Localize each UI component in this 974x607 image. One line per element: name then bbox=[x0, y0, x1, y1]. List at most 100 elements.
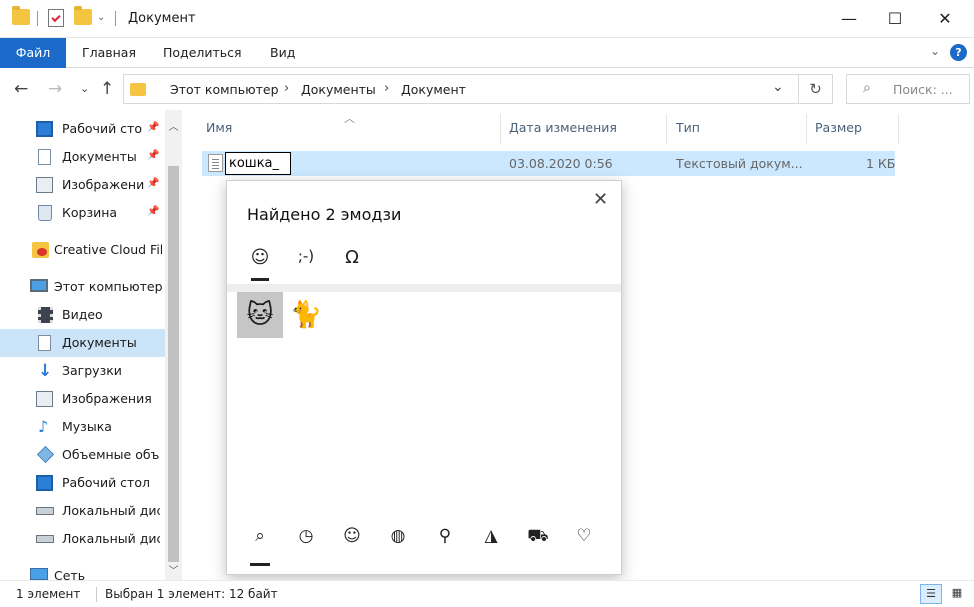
smiley-icon[interactable]: ☺ bbox=[337, 526, 367, 546]
sidebar-item-this-pc[interactable]: Этот компьютер bbox=[0, 273, 165, 301]
sidebar-item-recycle-bin[interactable]: Корзина 📌 bbox=[0, 199, 165, 227]
close-icon[interactable]: ✕ bbox=[593, 189, 608, 210]
documents-icon bbox=[38, 335, 51, 351]
downloads-icon: ↓ bbox=[38, 361, 53, 381]
emoji-cat-face[interactable]: 🐱 bbox=[237, 292, 283, 338]
sidebar-item-pictures-pinned[interactable]: Изображени 📌 bbox=[0, 171, 165, 199]
sidebar-item-desktop[interactable]: Рабочий стол bbox=[0, 469, 165, 497]
rename-input[interactable] bbox=[225, 152, 291, 175]
pin-icon[interactable]: 📌 bbox=[147, 150, 159, 161]
column-header-size[interactable]: Размер bbox=[815, 120, 862, 135]
scroll-up-icon[interactable]: ︿ bbox=[166, 118, 181, 133]
sidebar-item-documents-pinned[interactable]: Документы 📌 bbox=[0, 143, 165, 171]
forward-button[interactable]: → bbox=[48, 79, 62, 99]
status-bar: 1 элемент Выбран 1 элемент: 12 байт ☰ ▦ bbox=[0, 580, 974, 607]
large-icons-view-icon[interactable]: ▦ bbox=[946, 584, 968, 604]
tab-view[interactable]: Вид bbox=[270, 45, 295, 60]
navigation-pane: Рабочий сто 📌 Документы 📌 Изображени 📌 К… bbox=[0, 110, 182, 583]
tab-home[interactable]: Главная bbox=[82, 45, 136, 60]
sidebar-item-video[interactable]: Видео bbox=[0, 301, 165, 329]
breadcrumb-this-pc[interactable]: Этот компьютер bbox=[170, 82, 279, 97]
scrollbar-thumb[interactable] bbox=[168, 166, 179, 562]
food-icon[interactable]: ◮ bbox=[476, 526, 506, 546]
computer-icon bbox=[30, 279, 48, 292]
pin-icon[interactable]: 📌 bbox=[147, 206, 159, 217]
back-button[interactable]: ← bbox=[14, 79, 28, 99]
maximize-button[interactable]: ☐ bbox=[872, 0, 918, 38]
creative-cloud-icon bbox=[32, 242, 49, 258]
new-folder-icon[interactable] bbox=[74, 6, 92, 25]
tab-kaomoji[interactable]: ;-) bbox=[291, 247, 321, 265]
search-box[interactable]: ⌕ Поиск: ... bbox=[846, 74, 970, 104]
sidebar-item-label: Изображения bbox=[62, 391, 152, 406]
breadcrumb-separator-icon[interactable]: › bbox=[384, 81, 389, 96]
refresh-button[interactable]: ↻ bbox=[799, 74, 833, 104]
search-icon: ⌕ bbox=[863, 80, 871, 96]
sidebar-item-label: Изображени bbox=[62, 177, 145, 192]
sidebar-item-3d-objects[interactable]: Объемные объ bbox=[0, 441, 165, 469]
3d-objects-icon bbox=[37, 446, 54, 463]
sidebar-item-pictures[interactable]: Изображения bbox=[0, 385, 165, 413]
recent-locations-icon[interactable]: ⌄ bbox=[80, 82, 89, 95]
tab-symbols[interactable]: Ω bbox=[337, 247, 367, 268]
breadcrumb-document[interactable]: Документ bbox=[401, 82, 466, 97]
places-icon[interactable]: ⚲ bbox=[430, 526, 460, 546]
pictures-icon bbox=[36, 177, 53, 193]
ribbon-collapse-icon[interactable]: ⌄ bbox=[930, 44, 940, 58]
sort-ascending-icon: ︿ bbox=[344, 112, 355, 125]
help-icon[interactable]: ? bbox=[950, 44, 967, 61]
breadcrumb-documents[interactable]: Документы bbox=[301, 82, 376, 97]
desktop-icon bbox=[36, 475, 53, 491]
details-view-icon[interactable]: ☰ bbox=[920, 584, 942, 604]
scroll-down-icon[interactable]: ﹀ bbox=[166, 562, 181, 577]
address-dropdown-icon[interactable]: ⌄ bbox=[772, 79, 784, 95]
sidebar-item-creative-cloud[interactable]: Creative Cloud Fil bbox=[0, 236, 165, 264]
sidebar-item-label: Локальный дис bbox=[62, 503, 160, 518]
emoji-panel-title: Найдено 2 эмодзи bbox=[247, 205, 402, 224]
recycle-bin-icon bbox=[38, 205, 52, 221]
properties-icon[interactable] bbox=[48, 9, 64, 27]
item-count: 1 элемент bbox=[16, 587, 81, 601]
column-divider[interactable] bbox=[898, 114, 899, 144]
breadcrumb-separator-icon[interactable]: › bbox=[284, 81, 289, 96]
search-placeholder: Поиск: ... bbox=[893, 82, 953, 97]
sidebar-item-music[interactable]: ♪ Музыка bbox=[0, 413, 165, 441]
tab-share[interactable]: Поделиться bbox=[163, 45, 242, 60]
quick-access-dropdown-icon[interactable]: ⌄ bbox=[97, 12, 105, 23]
address-bar[interactable]: Этот компьютер › Документы › Документ ⌄ bbox=[123, 74, 799, 104]
sidebar-item-desktop-pinned[interactable]: Рабочий сто 📌 bbox=[0, 115, 165, 143]
close-button[interactable]: ✕ bbox=[922, 0, 968, 38]
sidebar-item-label: Рабочий стол bbox=[62, 475, 150, 490]
divider bbox=[37, 11, 38, 26]
travel-icon[interactable]: ⛟ bbox=[523, 526, 553, 548]
up-button[interactable]: ↑ bbox=[100, 79, 114, 99]
people-icon[interactable]: ◍ bbox=[383, 526, 413, 546]
column-header-type[interactable]: Тип bbox=[676, 120, 700, 135]
recent-icon[interactable]: ◷ bbox=[291, 526, 321, 546]
minimize-button[interactable]: — bbox=[826, 0, 872, 38]
search-icon[interactable]: ⌕ bbox=[245, 526, 275, 546]
sidebar-item-local-disk-c[interactable]: Локальный дис bbox=[0, 497, 165, 525]
window-title: Документ bbox=[128, 11, 196, 26]
ribbon: Файл Главная Поделиться Вид ⌄ ? bbox=[0, 38, 974, 68]
folder-icon bbox=[12, 6, 30, 25]
column-divider[interactable] bbox=[666, 114, 667, 144]
sidebar-item-label: Документы bbox=[62, 335, 137, 350]
emoji-cat[interactable]: 🐈 bbox=[283, 292, 329, 338]
music-icon: ♪ bbox=[38, 417, 49, 436]
sidebar-item-documents[interactable]: Документы bbox=[0, 329, 165, 357]
column-header-name[interactable]: Имя bbox=[206, 120, 232, 135]
pin-icon[interactable]: 📌 bbox=[147, 178, 159, 189]
column-divider[interactable] bbox=[806, 114, 807, 144]
column-header-date[interactable]: Дата изменения bbox=[509, 120, 617, 135]
pictures-icon bbox=[36, 391, 53, 407]
pin-icon[interactable]: 📌 bbox=[147, 122, 159, 133]
heart-icon[interactable]: ♡ bbox=[569, 526, 599, 546]
sidebar-item-local-disk-d[interactable]: Локальный дис bbox=[0, 525, 165, 553]
tab-file[interactable]: Файл bbox=[0, 38, 66, 68]
column-divider[interactable] bbox=[500, 114, 501, 144]
sidebar-item-downloads[interactable]: ↓ Загрузки bbox=[0, 357, 165, 385]
video-icon bbox=[38, 307, 53, 323]
tab-emoji[interactable]: ☺ bbox=[245, 247, 275, 268]
selection-info: Выбран 1 элемент: 12 байт bbox=[105, 587, 278, 601]
